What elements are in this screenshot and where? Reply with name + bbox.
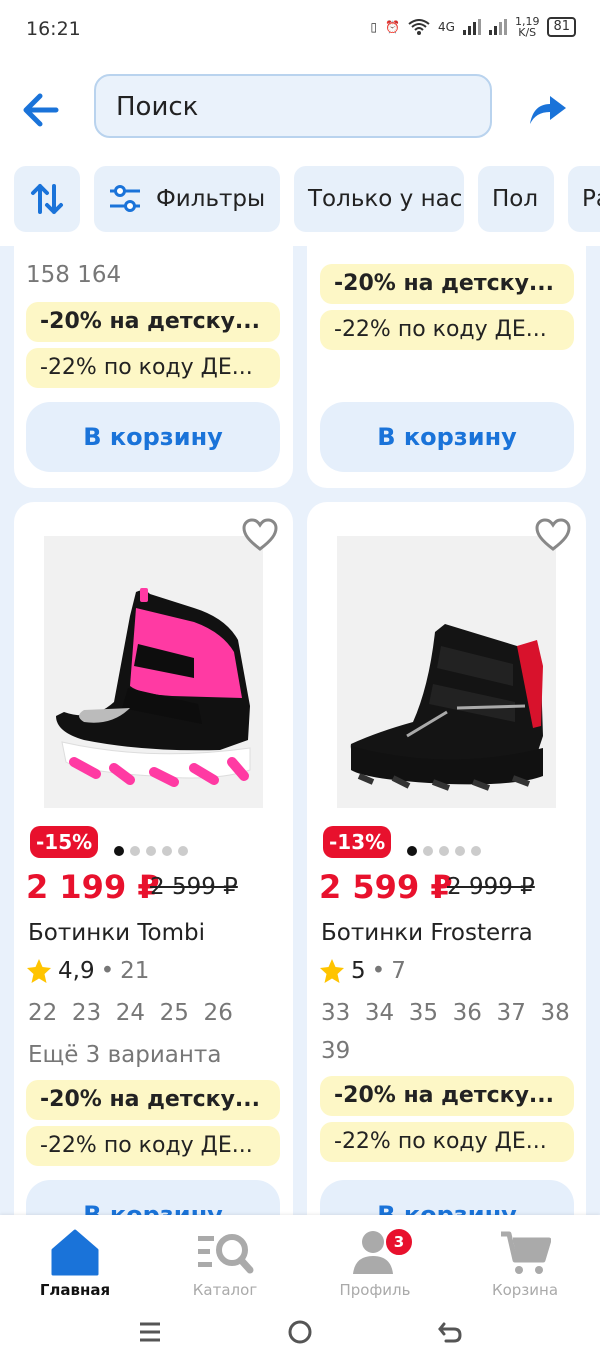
product-title[interactable]: Ботинки Tombi [28, 920, 205, 946]
rating-row: 4,9 • 21 [26, 958, 149, 984]
gender-chip[interactable]: Пол [478, 166, 554, 232]
nav-catalog-label: Каталог [192, 1281, 258, 1299]
product-card-tombi[interactable]: -15% 2 199 ₽ 2 599 ₽ Ботинки Tombi 4,9 •… [14, 502, 293, 1262]
vibrate-icon: ▯ [370, 20, 378, 34]
filters-chip-label: Фильтры [156, 186, 266, 212]
black-boot-image [337, 536, 556, 808]
search-header: Поиск [0, 62, 600, 158]
alarm-icon: ⏰ [385, 20, 401, 34]
star-icon [320, 959, 344, 983]
system-back-icon[interactable] [436, 1320, 464, 1344]
nav-catalog[interactable]: Каталог [150, 1223, 300, 1299]
wifi-icon [408, 19, 430, 35]
star-icon [27, 959, 51, 983]
nav-home[interactable]: Главная [0, 1223, 150, 1299]
battery-icon: 81 [547, 17, 576, 37]
home-system-icon[interactable] [286, 1318, 314, 1346]
sizes-list: 158 164 [26, 262, 122, 288]
search-input[interactable]: Поиск [94, 74, 492, 138]
more-chip[interactable]: Ра [568, 166, 600, 232]
network-label: 4G [438, 20, 455, 34]
sort-chip[interactable] [14, 166, 80, 232]
promo-code-badge[interactable]: -22% по коду ДЕ... [26, 348, 280, 388]
product-card-top-right[interactable]: -20% на детску... -22% по коду ДЕ... В к… [307, 232, 586, 488]
filters-chip[interactable]: Фильтры [94, 166, 280, 232]
review-separator: • [100, 958, 115, 984]
promo-code-badge[interactable]: -22% по коду ДЕ... [320, 310, 574, 350]
old-price: 2 599 ₽ [150, 874, 238, 900]
product-title[interactable]: Ботинки Frosterra [321, 920, 533, 946]
pink-boot-image [44, 536, 263, 808]
discount-badge: -15% [30, 826, 99, 858]
profile-badge: 3 [384, 1227, 414, 1257]
promo-code-badge[interactable]: -22% по коду ДЕ... [26, 1126, 280, 1166]
catalog-icon [198, 1234, 254, 1274]
favorite-heart-icon[interactable] [535, 518, 571, 552]
nav-home-label: Главная [39, 1281, 111, 1299]
favorite-heart-icon[interactable] [242, 518, 278, 552]
old-price: 2 999 ₽ [447, 874, 535, 900]
add-to-cart-button[interactable]: В корзину [320, 402, 574, 472]
sizes-list: 22 23 24 25 26 [28, 1000, 233, 1026]
current-price: 2 599 ₽ [319, 868, 453, 906]
discount-badge: -13% [323, 826, 392, 858]
review-count: 21 [120, 958, 150, 984]
sort-icon [31, 184, 63, 214]
signal-icon [462, 19, 481, 35]
review-separator: • [371, 958, 386, 984]
nav-profile[interactable]: 3 Профиль [300, 1223, 450, 1299]
current-price: 2 199 ₽ [26, 868, 160, 906]
promo-badge[interactable]: -20% на детску... [320, 264, 574, 304]
image-pagination-dots [114, 846, 188, 856]
sizes-list: 33 34 35 36 37 38 [321, 1000, 570, 1026]
rating-row: 5 • 7 [319, 958, 406, 984]
product-image[interactable] [337, 536, 556, 808]
back-arrow-icon[interactable] [20, 90, 60, 130]
only-here-chip[interactable]: Только у нас [294, 166, 464, 232]
nav-cart-label: Корзина [491, 1281, 559, 1299]
nav-profile-label: Профиль [339, 1281, 411, 1299]
product-card-frosterra[interactable]: -13% 2 599 ₽ 2 999 ₽ Ботинки Frosterra 5… [307, 502, 586, 1262]
review-count: 7 [391, 958, 406, 984]
status-bar: 16:21 ▯ ⏰ 4G 1,19 K/S 81 [0, 0, 600, 62]
status-icons: ▯ ⏰ 4G 1,19 K/S 81 [370, 16, 576, 38]
home-icon [51, 1229, 99, 1276]
system-navigation-bar [0, 1302, 600, 1362]
rating-value: 4,9 [58, 958, 95, 984]
product-card-top-left[interactable]: 158 164 -20% на детску... -22% по коду Д… [14, 232, 293, 488]
recent-apps-icon[interactable] [136, 1320, 164, 1344]
promo-badge[interactable]: -20% на детску... [320, 1076, 574, 1116]
filter-icon [110, 185, 140, 212]
promo-code-badge[interactable]: -22% по коду ДЕ... [320, 1122, 574, 1162]
promo-badge[interactable]: -20% на детску... [26, 1080, 280, 1120]
status-time: 16:21 [26, 18, 81, 40]
nav-cart[interactable]: Корзина [450, 1223, 600, 1299]
share-icon[interactable] [528, 90, 568, 130]
cart-icon [501, 1231, 551, 1274]
rating-value: 5 [351, 958, 366, 984]
add-to-cart-button[interactable]: В корзину [26, 402, 280, 472]
signal-icon-2 [488, 19, 507, 35]
sizes-list-more: 39 [321, 1038, 351, 1064]
promo-badge[interactable]: -20% на детску... [26, 302, 280, 342]
speed-indicator: 1,19 K/S [514, 15, 540, 39]
image-pagination-dots [407, 846, 481, 856]
more-variants[interactable]: Ещё 3 варианта [28, 1036, 221, 1074]
product-image[interactable] [44, 536, 263, 808]
